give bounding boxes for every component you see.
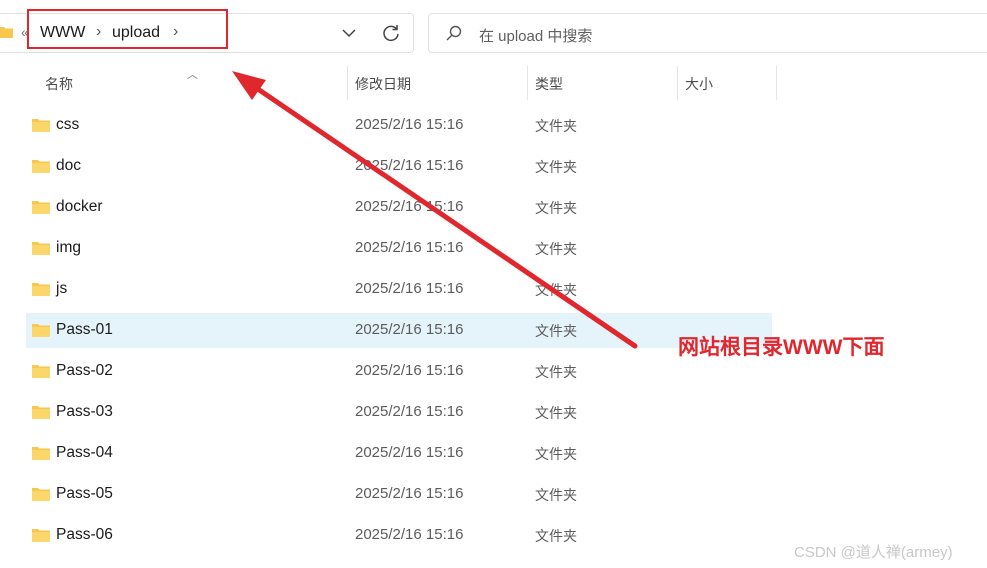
annotation-label: 网站根目录WWW下面 [678, 336, 885, 359]
annotation-arrow [232, 71, 638, 349]
watermark: CSDN @道人禅(armey) [794, 544, 953, 561]
